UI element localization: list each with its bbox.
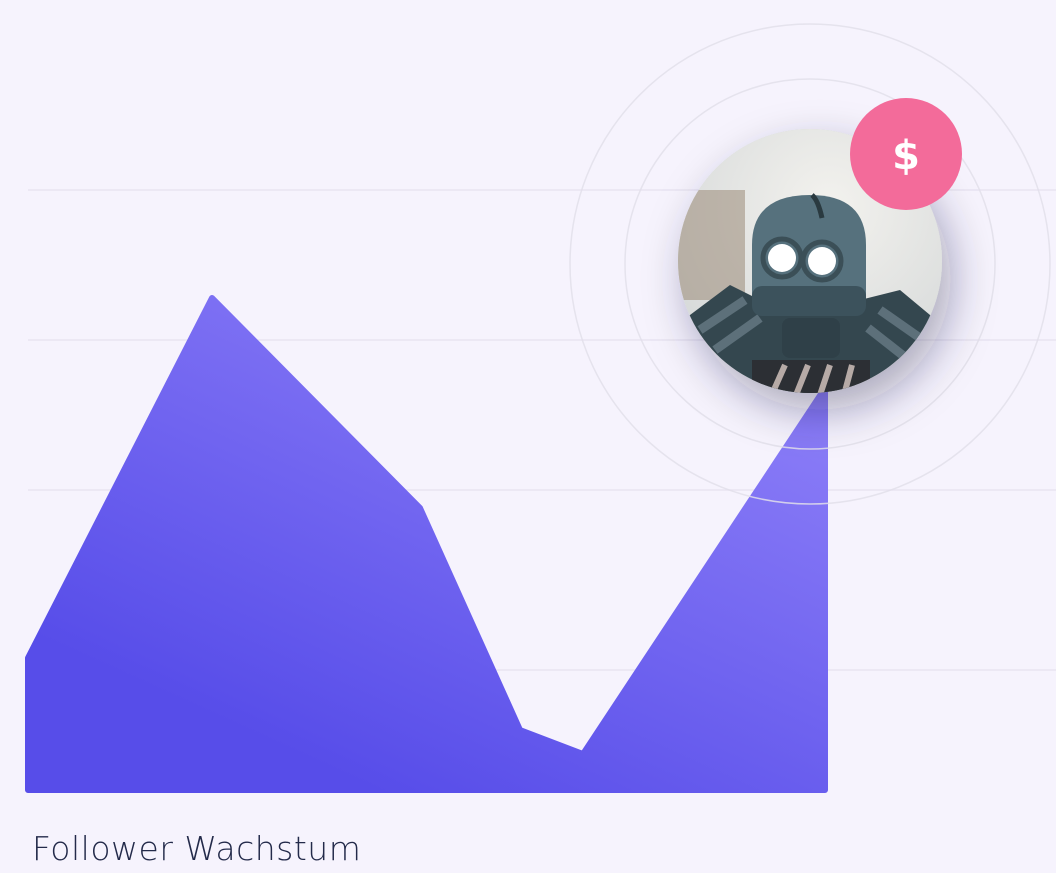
chart-caption: Follower Wachstum <box>32 829 362 868</box>
area-fill <box>25 295 828 793</box>
dollar-badge: $ <box>850 98 962 210</box>
follower-growth-chart: $ <box>25 23 1056 793</box>
dollar-icon: $ <box>892 133 920 179</box>
area-series <box>25 295 828 793</box>
